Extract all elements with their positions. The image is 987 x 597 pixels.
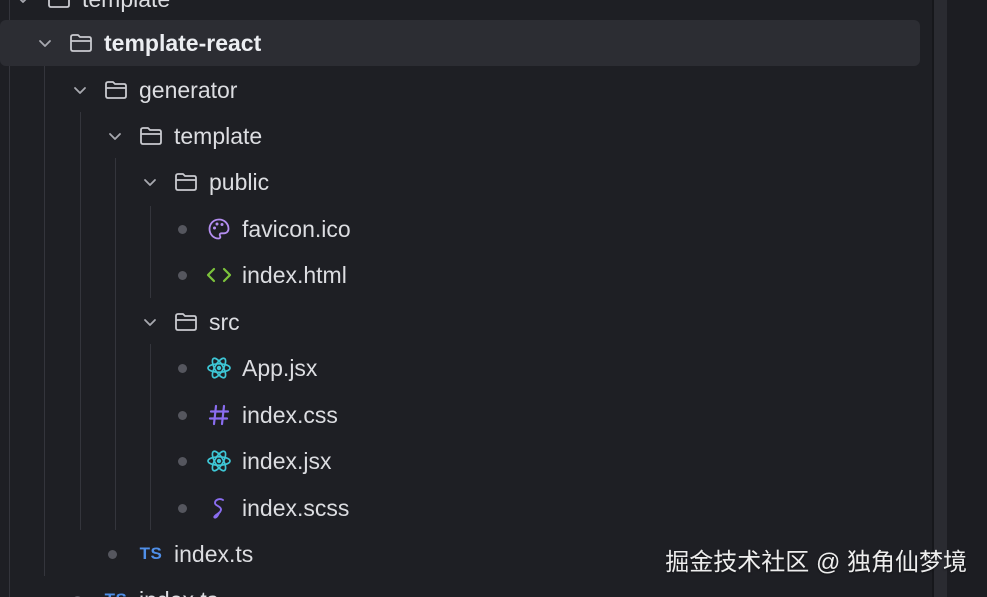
file-dot — [176, 450, 188, 472]
folder-open-icon — [68, 30, 94, 56]
chevron-down-icon[interactable] — [12, 0, 34, 10]
file-dot — [176, 357, 188, 379]
tree-item-label: template — [82, 0, 170, 13]
folder-open-icon — [46, 0, 72, 12]
file-dot — [106, 543, 118, 565]
tree-item-label: index.ts — [139, 587, 218, 597]
tree-item-app-jsx[interactable]: App.jsx — [0, 345, 920, 391]
tree-item-generator[interactable]: generator — [0, 67, 920, 113]
tree-item-favicon[interactable]: favicon.ico — [0, 206, 920, 252]
tree-item-template-root[interactable]: template — [0, 0, 920, 22]
tree-item-index-css[interactable]: index.css — [0, 392, 920, 438]
tree-item-label: generator — [139, 76, 238, 103]
chevron-down-icon[interactable] — [139, 171, 161, 193]
folder-open-icon — [173, 309, 199, 335]
tree-item-label: index.css — [242, 401, 338, 428]
tree-item-template-react[interactable]: template-react — [0, 20, 920, 66]
scrollbar[interactable] — [934, 0, 947, 597]
tree-item-index-ts-root[interactable]: TS index.ts — [0, 577, 920, 597]
editor-pane-edge — [947, 0, 987, 597]
folder-open-icon — [103, 77, 129, 103]
tree-item-index-scss[interactable]: index.scss — [0, 485, 920, 531]
hash-icon — [206, 402, 232, 428]
tree-item-label: template-react — [104, 29, 262, 56]
sass-icon — [206, 495, 232, 521]
tree-item-index-jsx[interactable]: index.jsx — [0, 438, 920, 484]
tree-item-label: index.jsx — [242, 447, 332, 474]
tree-item-src[interactable]: src — [0, 299, 920, 345]
react-icon — [206, 448, 232, 474]
watermark: 掘金技术社区 @ 独角仙梦境 — [665, 549, 967, 576]
file-dot — [176, 497, 188, 519]
chevron-down-icon[interactable] — [104, 125, 126, 147]
tree-item-label: template — [174, 122, 263, 149]
tree-item-label: App.jsx — [242, 354, 318, 381]
tree-item-label: index.ts — [174, 540, 254, 567]
code-brackets-icon — [206, 262, 232, 288]
tree-item-label: public — [209, 168, 270, 195]
chevron-down-icon[interactable] — [69, 79, 91, 101]
file-dot — [71, 589, 83, 597]
folder-open-icon — [138, 123, 164, 149]
file-dot — [176, 218, 188, 240]
folder-open-icon — [173, 169, 199, 195]
typescript-icon: TS — [101, 587, 131, 597]
chevron-down-icon[interactable] — [34, 32, 56, 54]
tree-item-label: index.scss — [242, 494, 350, 521]
file-dot — [176, 404, 188, 426]
tree-item-label: src — [209, 308, 240, 335]
tree-item-index-html[interactable]: index.html — [0, 252, 920, 298]
file-dot — [176, 264, 188, 286]
typescript-icon: TS — [139, 544, 163, 563]
tree-item-label: favicon.ico — [242, 215, 351, 242]
tree-item-template[interactable]: template — [0, 113, 920, 159]
react-icon — [206, 355, 232, 381]
tree-item-public[interactable]: public — [0, 159, 920, 205]
chevron-down-icon[interactable] — [139, 311, 161, 333]
palette-icon — [206, 216, 232, 242]
file-explorer-tree: template template-react generator templa… — [0, 0, 932, 597]
tree-item-label: index.html — [242, 261, 347, 288]
